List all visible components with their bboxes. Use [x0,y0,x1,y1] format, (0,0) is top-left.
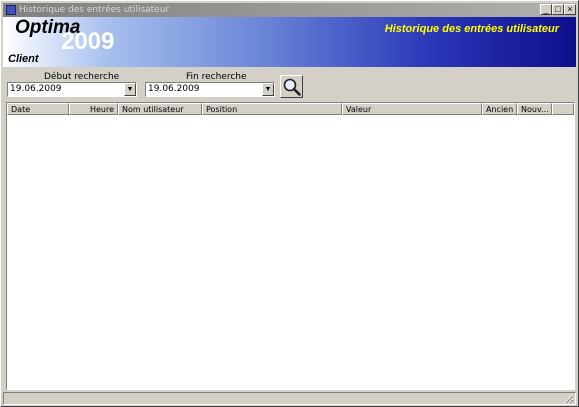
history-table[interactable]: Date Heure Nom utilisateur Position Vale… [6,102,575,390]
end-date-label: Fin recherche [186,72,247,82]
column-header-old[interactable]: Ancien [482,103,517,115]
start-date-value: 19.06.2009 [10,84,62,94]
table-header: Date Heure Nom utilisateur Position Vale… [7,103,574,115]
maximize-button[interactable]: □ [552,4,564,15]
start-date-select[interactable]: 19.06.2009 ▼ [7,82,137,97]
brand-edition: Client [8,53,39,65]
header-banner: Optima 2009 Client Historique des entrée… [3,17,576,67]
status-bar [3,392,576,405]
end-date-value: 19.06.2009 [148,84,200,94]
column-header-time[interactable]: Heure [69,103,118,115]
app-icon [6,5,16,15]
chevron-down-icon[interactable]: ▼ [262,83,274,96]
title-bar[interactable]: Historique des entrées utilisateur _ □ × [3,3,576,17]
window-title: Historique des entrées utilisateur [19,5,170,15]
magnifier-icon [283,78,301,96]
resize-grip-icon[interactable] [564,394,574,404]
column-header-date[interactable]: Date [7,103,69,115]
column-header-filler [552,103,574,115]
page-title: Historique des entrées utilisateur [384,23,559,35]
column-header-username[interactable]: Nom utilisateur [118,103,202,115]
column-header-value[interactable]: Valeur [342,103,482,115]
search-button[interactable] [280,75,303,98]
chevron-down-icon[interactable]: ▼ [124,83,136,96]
minimize-button[interactable]: _ [540,4,552,15]
column-header-new[interactable]: Nouv... [517,103,552,115]
close-button[interactable]: × [564,4,576,15]
app-window: Historique des entrées utilisateur _ □ ×… [0,0,579,407]
end-date-select[interactable]: 19.06.2009 ▼ [145,82,275,97]
column-header-position[interactable]: Position [202,103,342,115]
start-date-label: Début recherche [44,72,120,82]
brand-year: 2009 [61,28,115,55]
